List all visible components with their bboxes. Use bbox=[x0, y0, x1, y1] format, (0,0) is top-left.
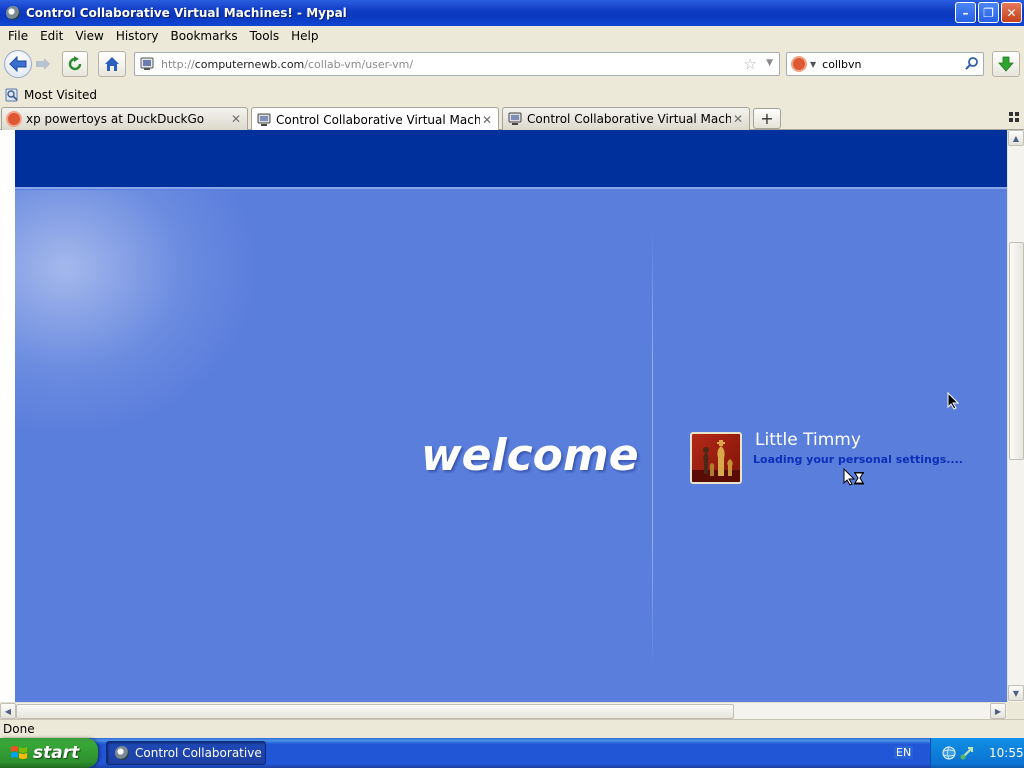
page-content: welcome Little Timmy Loading your person… bbox=[0, 130, 1007, 702]
menu-bar: File Edit View History Bookmarks Tools H… bbox=[0, 26, 1024, 46]
mypal-taskbar-icon bbox=[115, 746, 129, 760]
list-all-tabs-icon[interactable] bbox=[1008, 111, 1020, 123]
menu-help[interactable]: Help bbox=[285, 29, 324, 43]
menu-history[interactable]: History bbox=[110, 29, 165, 43]
downloads-button[interactable] bbox=[992, 51, 1020, 77]
start-button[interactable]: start bbox=[0, 738, 98, 768]
back-button[interactable] bbox=[4, 50, 32, 78]
search-engine-dropdown-icon[interactable]: ▼ bbox=[810, 60, 816, 69]
tab-bar: xp powertoys at DuckDuckGo ✕ Control Col… bbox=[0, 106, 1024, 131]
forward-arrow-icon bbox=[36, 58, 50, 70]
menu-edit[interactable]: Edit bbox=[34, 29, 69, 43]
language-indicator[interactable]: EN bbox=[894, 746, 914, 759]
close-button[interactable]: ✕ bbox=[1001, 2, 1022, 23]
reload-button[interactable] bbox=[62, 51, 88, 77]
taskbar-item-label: Control Collaborative ... bbox=[135, 746, 265, 760]
system-tray: 10:55 bbox=[930, 738, 1024, 768]
vm-display[interactable]: welcome Little Timmy Loading your person… bbox=[15, 130, 1007, 702]
bookmark-star-icon[interactable]: ☆ bbox=[744, 55, 757, 73]
welcome-heading: welcome bbox=[421, 430, 639, 481]
mouse-pointer-icon bbox=[947, 392, 959, 410]
scroll-down-button[interactable]: ▼ bbox=[1008, 685, 1024, 701]
horizontal-scroll-thumb[interactable] bbox=[16, 704, 734, 719]
scroll-right-button[interactable]: ▶ bbox=[990, 703, 1006, 719]
menu-bookmarks[interactable]: Bookmarks bbox=[165, 29, 244, 43]
user-avatar bbox=[690, 432, 742, 484]
vertical-scrollbar[interactable]: ▲ ▼ bbox=[1007, 130, 1024, 702]
most-visited-folder-icon bbox=[5, 88, 18, 102]
tab-label: xp powertoys at DuckDuckGo bbox=[26, 112, 205, 126]
collab-vm-favicon-icon bbox=[257, 113, 271, 126]
minimize-button[interactable]: – bbox=[955, 2, 976, 23]
address-bar[interactable]: http://computernewb.com/collab-vm/user-v… bbox=[134, 52, 780, 76]
window-controls: – ❐ ✕ bbox=[955, 2, 1022, 23]
home-icon bbox=[105, 57, 119, 71]
tab-close-icon[interactable]: ✕ bbox=[480, 113, 494, 127]
busy-hourglass-cursor-icon bbox=[843, 468, 864, 486]
most-visited-bookmark[interactable]: Most Visited bbox=[24, 88, 97, 102]
menu-file[interactable]: File bbox=[2, 29, 34, 43]
vm-login-divider bbox=[652, 230, 653, 670]
vm-login-top-band bbox=[15, 130, 1007, 189]
taskbar-item-mypal[interactable]: Control Collaborative ... bbox=[106, 741, 266, 765]
restore-button[interactable]: ❐ bbox=[978, 2, 999, 23]
status-bar: Done bbox=[0, 719, 1024, 738]
safely-remove-hardware-icon[interactable] bbox=[959, 745, 975, 761]
scroll-up-button[interactable]: ▲ bbox=[1008, 130, 1024, 146]
duckduckgo-engine-icon[interactable] bbox=[791, 56, 807, 72]
tab-label: Control Collaborative Virtual Machines! bbox=[276, 112, 480, 127]
status-text: Done bbox=[3, 722, 35, 736]
collab-vm-favicon-icon bbox=[508, 112, 522, 125]
menu-tools[interactable]: Tools bbox=[244, 29, 286, 43]
home-button[interactable] bbox=[98, 51, 126, 77]
url-prefix: http:// bbox=[161, 57, 195, 71]
tab-duckduckgo[interactable]: xp powertoys at DuckDuckGo ✕ bbox=[1, 107, 248, 130]
search-input[interactable] bbox=[822, 57, 963, 71]
tab-label: Control Collaborative Virtual Machines! bbox=[527, 112, 731, 126]
scroll-left-button[interactable]: ◀ bbox=[0, 703, 16, 719]
url-path: /collab-vm/user-vm/ bbox=[304, 57, 414, 71]
vertical-scroll-thumb[interactable] bbox=[1009, 242, 1024, 460]
tab-collab-vm-active[interactable]: Control Collaborative Virtual Machines! … bbox=[251, 107, 499, 131]
horizontal-scrollbar[interactable]: ◀ ▶ bbox=[0, 702, 1007, 719]
navigation-toolbar: http://computernewb.com/collab-vm/user-v… bbox=[0, 46, 1024, 84]
url-text[interactable]: http://computernewb.com/collab-vm/user-v… bbox=[161, 58, 413, 71]
vm-background-glow bbox=[15, 190, 275, 450]
search-bar[interactable]: ▼ bbox=[786, 52, 984, 76]
chess-pieces-icon bbox=[692, 440, 740, 482]
bookmarks-toolbar: Most Visited bbox=[0, 84, 1024, 106]
window-title: Control Collaborative Virtual Machines! … bbox=[26, 6, 347, 20]
forward-button[interactable] bbox=[32, 51, 54, 77]
loading-settings-text: Loading your personal settings.... bbox=[753, 453, 963, 466]
download-arrow-icon bbox=[998, 56, 1014, 72]
duckduckgo-favicon-icon bbox=[6, 111, 22, 127]
new-tab-button[interactable]: + bbox=[753, 108, 781, 129]
tab-close-icon[interactable]: ✕ bbox=[229, 112, 243, 126]
tab-collab-vm[interactable]: Control Collaborative Virtual Machines! … bbox=[502, 107, 750, 130]
scrollbar-corner bbox=[1007, 702, 1024, 719]
menu-view[interactable]: View bbox=[69, 29, 109, 43]
windows-flag-icon bbox=[11, 746, 27, 759]
url-history-dropdown-icon[interactable]: ▼ bbox=[766, 58, 773, 68]
search-icon[interactable] bbox=[965, 56, 979, 70]
site-identity-icon[interactable] bbox=[139, 56, 155, 72]
url-host: computernewb.com bbox=[194, 57, 305, 71]
taskbar-clock[interactable]: 10:55 bbox=[989, 746, 1024, 760]
user-name[interactable]: Little Timmy bbox=[755, 430, 861, 450]
window-title-bar[interactable]: Control Collaborative Virtual Machines! … bbox=[0, 0, 1024, 26]
windows-taskbar: start Control Collaborative ... EN 10:55 bbox=[0, 738, 1024, 768]
reload-icon bbox=[68, 56, 82, 71]
network-globe-icon[interactable] bbox=[941, 745, 957, 761]
back-arrow-icon bbox=[9, 56, 27, 72]
start-label: start bbox=[33, 743, 80, 763]
mypal-app-icon[interactable] bbox=[6, 6, 20, 20]
tab-close-icon[interactable]: ✕ bbox=[731, 112, 745, 126]
